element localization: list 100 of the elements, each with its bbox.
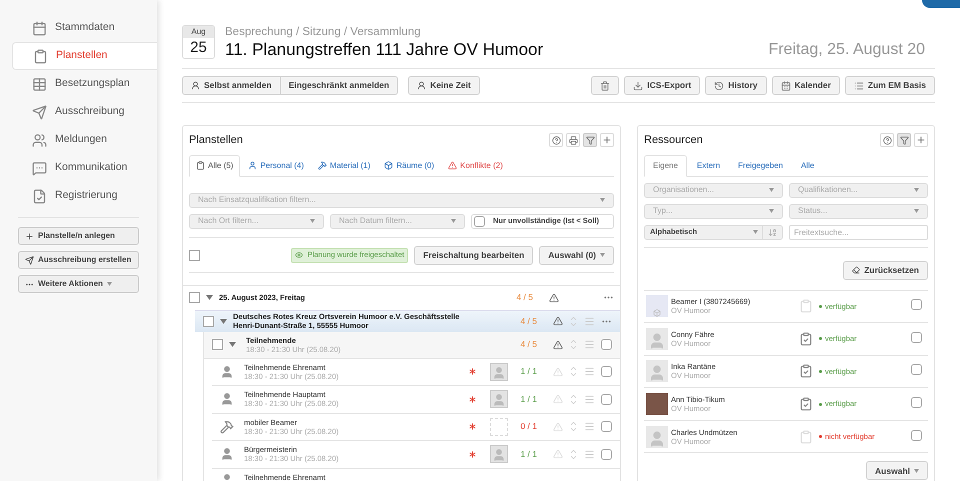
- expand-icon[interactable]: [206, 294, 213, 301]
- sidebar-item[interactable]: Planstellen: [12, 42, 157, 70]
- help-icon: [882, 136, 892, 145]
- assignee-avatar[interactable]: [490, 390, 508, 408]
- checkbox[interactable]: [189, 250, 200, 260]
- drag-handle-icon[interactable]: [584, 394, 595, 405]
- sidebar-item[interactable]: Registrierung: [12, 182, 157, 210]
- tab[interactable]: Personal (4): [242, 154, 310, 176]
- caret-icon: [600, 253, 605, 257]
- expand-icon[interactable]: [229, 341, 236, 348]
- sidebar-action-button[interactable]: Planstelle/n anlegen: [18, 227, 139, 245]
- edit-release-button[interactable]: Freischaltung bearbeiten: [414, 246, 534, 264]
- count: 4 / 5: [520, 314, 537, 328]
- sidebar-item[interactable]: Stammdaten: [12, 14, 157, 42]
- toolbar-button[interactable]: Zum EM Basis: [844, 76, 935, 95]
- filter-button[interactable]: [897, 133, 911, 148]
- event-date: Freitag, 25. August 20: [768, 40, 926, 60]
- sidebar-action-button[interactable]: Weitere Aktionen: [18, 275, 139, 293]
- caret-icon: [106, 282, 112, 286]
- expand-icon[interactable]: [220, 318, 227, 324]
- toolbar-button[interactable]: ICS-Export: [624, 76, 700, 95]
- sidebar-icon: [33, 48, 48, 64]
- tab[interactable]: Konflikte (2): [442, 154, 509, 176]
- filter-icon: [900, 136, 908, 145]
- tab[interactable]: Freigegeben: [730, 154, 791, 176]
- sidebar-item[interactable]: Meldungen: [12, 126, 157, 154]
- silhouette-icon: [648, 332, 666, 350]
- tab[interactable]: Alle: [792, 154, 822, 176]
- empty-slot[interactable]: [490, 418, 508, 436]
- tab[interactable]: Material (1): [312, 154, 376, 176]
- reorder-icon[interactable]: [569, 337, 578, 352]
- checkbox[interactable]: [911, 332, 922, 343]
- toolbar-icon: [633, 80, 644, 90]
- caret-icon: [310, 219, 315, 223]
- sidebar-item[interactable]: Ausschreibung: [12, 98, 157, 126]
- required-icon: [467, 421, 478, 432]
- sort-icon[interactable]: [768, 228, 777, 236]
- add-button[interactable]: [600, 133, 614, 148]
- signup-button[interactable]: Selbst anmelden: [182, 76, 281, 95]
- help-button[interactable]: [880, 133, 894, 148]
- search-field[interactable]: Freitextsuche...: [789, 224, 928, 240]
- add-button[interactable]: [914, 133, 928, 148]
- user-icon: [417, 81, 426, 90]
- sidebar-icon: [32, 132, 47, 148]
- filter-button[interactable]: [583, 133, 597, 148]
- toolbar-button[interactable]: History: [705, 76, 767, 95]
- selection-button[interactable]: Auswahl: [866, 461, 928, 480]
- print-button[interactable]: [566, 133, 580, 148]
- sidebar-icon: [32, 188, 47, 204]
- help-button[interactable]: [549, 133, 563, 148]
- checkbox[interactable]: [911, 299, 922, 310]
- sidebar-item[interactable]: Besetzungsplan: [12, 70, 157, 98]
- assignee-avatar[interactable]: [490, 362, 508, 381]
- drag-handle-icon[interactable]: [584, 421, 595, 432]
- checkbox[interactable]: [601, 394, 612, 405]
- drag-handle-icon[interactable]: [584, 448, 595, 460]
- count: 1 / 1: [520, 365, 537, 378]
- count: 4 / 5: [516, 291, 533, 304]
- event-title: 11. Planungstreffen 111 Jahre OV Humoor: [225, 39, 544, 61]
- sidebar-item[interactable]: Kommunikation: [12, 154, 157, 182]
- warning-icon: [553, 422, 563, 432]
- tab-icon: [196, 161, 205, 170]
- paper-plane-icon: [25, 256, 34, 264]
- signup-button[interactable]: Eingeschränkt anmelden: [280, 76, 398, 95]
- delete-button[interactable]: [591, 76, 620, 95]
- checkbox[interactable]: [911, 364, 922, 376]
- sidebar-action-button[interactable]: Ausschreibung erstellen: [18, 251, 139, 269]
- caret-icon: [600, 198, 605, 202]
- box-icon: [653, 309, 661, 318]
- tab-icon: [448, 161, 458, 170]
- checkbox[interactable]: [212, 339, 223, 350]
- tab-icon: [384, 161, 394, 170]
- drag-handle-icon[interactable]: [584, 316, 595, 326]
- assignee-avatar[interactable]: [490, 445, 508, 464]
- tab[interactable]: Eigene: [644, 154, 687, 176]
- no-time-button[interactable]: Keine Zeit: [408, 76, 480, 95]
- checkbox[interactable]: [474, 216, 485, 226]
- reset-button[interactable]: Zurücksetzen: [843, 260, 928, 280]
- corner-tab-icon[interactable]: [922, 0, 960, 8]
- tab[interactable]: Räume (0): [378, 154, 440, 176]
- tab[interactable]: Alle (5): [189, 154, 240, 176]
- sidebar-icon: [32, 76, 47, 92]
- user-icon: [191, 81, 200, 90]
- tab[interactable]: Extern: [688, 154, 728, 176]
- checkbox[interactable]: [601, 448, 612, 460]
- drag-handle-icon[interactable]: [584, 339, 595, 350]
- drag-handle-icon[interactable]: [584, 366, 595, 378]
- panel-title: Planstellen: [189, 133, 243, 148]
- checkbox[interactable]: [601, 339, 612, 350]
- checkbox[interactable]: [601, 421, 612, 432]
- eye-icon: [295, 251, 304, 259]
- checkbox[interactable]: [189, 292, 200, 303]
- checkbox[interactable]: [601, 366, 612, 378]
- required-icon: [467, 366, 478, 378]
- toolbar-button[interactable]: Kalender: [772, 76, 840, 95]
- checkbox[interactable]: [911, 430, 922, 441]
- selection-button[interactable]: Auswahl (0): [539, 246, 614, 264]
- checkbox[interactable]: [911, 397, 922, 408]
- required-icon: [467, 448, 478, 460]
- checkbox[interactable]: [203, 316, 214, 326]
